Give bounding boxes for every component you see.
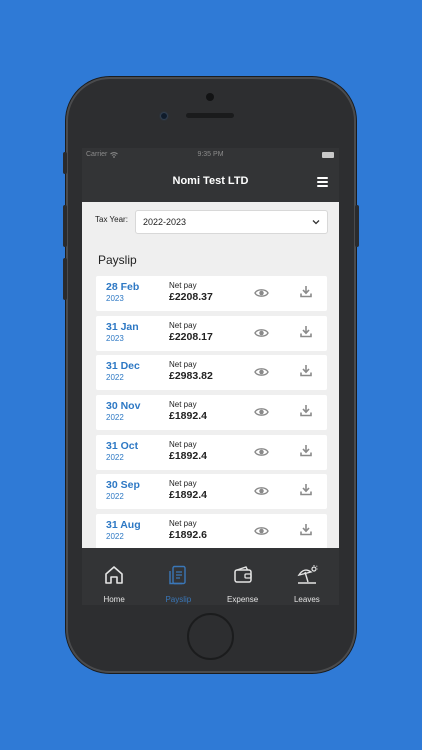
net-pay-amount: £1892.4 [169, 489, 207, 502]
net-pay-amount: £1892.4 [169, 449, 207, 462]
tab-leaves[interactable]: Leaves [275, 548, 339, 605]
eye-icon[interactable] [254, 287, 269, 299]
power-button [355, 205, 359, 247]
bottom-tab-bar: Home Payslip Expense Leaves [82, 548, 339, 605]
payslip-year: 2023 [106, 294, 124, 303]
net-pay-label: Net pay [169, 439, 197, 449]
volume-up-button [63, 205, 67, 247]
tax-year-value: 2022-2023 [143, 217, 187, 227]
eye-icon[interactable] [254, 485, 269, 497]
app-screen: Carrier 9:35 PM Nomi Test LTD Tax Year: … [82, 148, 339, 605]
status-bar: Carrier 9:35 PM [82, 148, 339, 162]
status-time: 9:35 PM [197, 151, 224, 158]
payslip-year: 2022 [106, 492, 124, 502]
payslip-date: 28 Feb [106, 281, 140, 293]
wallet-icon [233, 566, 252, 583]
tab-payslip[interactable]: Payslip [146, 548, 210, 605]
net-pay-label: Net pay [169, 360, 197, 370]
net-pay-label: Net pay [169, 479, 197, 489]
home-icon [105, 566, 123, 584]
payslip-card[interactable]: 31 Oct 2022 Net pay £1892.4 [96, 434, 327, 470]
payslip-icon [169, 565, 187, 585]
tax-year-label: Tax Year: [95, 215, 128, 224]
tab-home[interactable]: Home [82, 548, 146, 605]
payslip-year: 2023 [106, 333, 124, 343]
beach-umbrella-icon [297, 565, 318, 584]
net-pay-label: Net pay [169, 320, 197, 330]
download-icon[interactable] [300, 364, 312, 377]
download-icon[interactable] [300, 404, 312, 417]
net-pay-label: Net pay [169, 400, 197, 410]
payslip-card[interactable]: 31 Aug 2022 Net pay £1892.6 [96, 514, 327, 550]
tab-label: Payslip [165, 595, 192, 604]
mute-switch [63, 152, 67, 174]
download-icon[interactable] [300, 483, 312, 496]
eye-icon[interactable] [254, 327, 269, 339]
payslip-date: 30 Nov [106, 400, 141, 413]
payslip-date: 31 Jan [106, 320, 139, 333]
payslip-list: 28 Feb 2023 Net pay £2208.37 31 Jan 2023… [96, 276, 327, 554]
eye-icon[interactable] [254, 366, 269, 378]
net-pay-amount: £2208.17 [169, 330, 213, 343]
tab-label: Expense [227, 595, 259, 604]
company-title: Nomi Test LTD [172, 175, 249, 187]
tax-year-select[interactable]: 2022-2023 [135, 210, 328, 234]
chevron-down-icon [312, 220, 320, 225]
net-pay-label: Net pay [169, 519, 197, 529]
tab-label: Leaves [293, 595, 320, 604]
download-icon[interactable] [300, 285, 312, 298]
battery-icon [322, 152, 334, 158]
payslip-card[interactable]: 31 Dec 2022 Net pay £2983.82 [96, 355, 327, 391]
download-icon[interactable] [300, 325, 312, 338]
volume-down-button [63, 258, 67, 300]
eye-icon[interactable] [254, 525, 269, 537]
net-pay-amount: £1892.6 [169, 529, 207, 542]
earpiece-speaker [186, 113, 234, 118]
payslip-date: 31 Aug [106, 519, 141, 532]
net-pay-amount: £2983.82 [169, 370, 213, 383]
section-title: Payslip [98, 253, 137, 267]
payslip-date: 31 Oct [106, 439, 139, 452]
download-icon[interactable] [300, 523, 312, 536]
payslip-year: 2022 [106, 413, 124, 423]
eye-icon[interactable] [254, 406, 269, 418]
home-button[interactable] [187, 613, 234, 660]
payslip-card[interactable]: 30 Nov 2022 Net pay £1892.4 [96, 395, 327, 431]
payslip-year: 2022 [106, 452, 124, 462]
tab-expense[interactable]: Expense [211, 548, 275, 605]
payslip-card[interactable]: 30 Sep 2022 Net pay £1892.4 [96, 474, 327, 510]
tab-label: Home [103, 595, 125, 604]
top-nav-bar: Nomi Test LTD [82, 162, 339, 202]
net-pay-amount: £1892.4 [169, 410, 207, 423]
eye-icon[interactable] [254, 446, 269, 458]
download-icon[interactable] [300, 444, 312, 457]
camera [206, 93, 214, 101]
proximity-sensor [161, 113, 167, 119]
tax-year-row: Tax Year: 2022-2023 [95, 210, 328, 234]
payslip-date: 31 Dec [106, 360, 140, 373]
payslip-card[interactable]: 31 Jan 2023 Net pay £2208.17 [96, 315, 327, 351]
payslip-card[interactable]: 28 Feb 2023 Net pay £2208.37 [96, 276, 327, 311]
hamburger-menu-icon[interactable] [317, 177, 328, 187]
net-pay-amount: £2208.37 [169, 291, 213, 303]
payslip-year: 2022 [106, 373, 124, 383]
net-pay-label: Net pay [169, 281, 197, 290]
payslip-date: 30 Sep [106, 479, 140, 492]
payslip-year: 2022 [106, 532, 124, 542]
